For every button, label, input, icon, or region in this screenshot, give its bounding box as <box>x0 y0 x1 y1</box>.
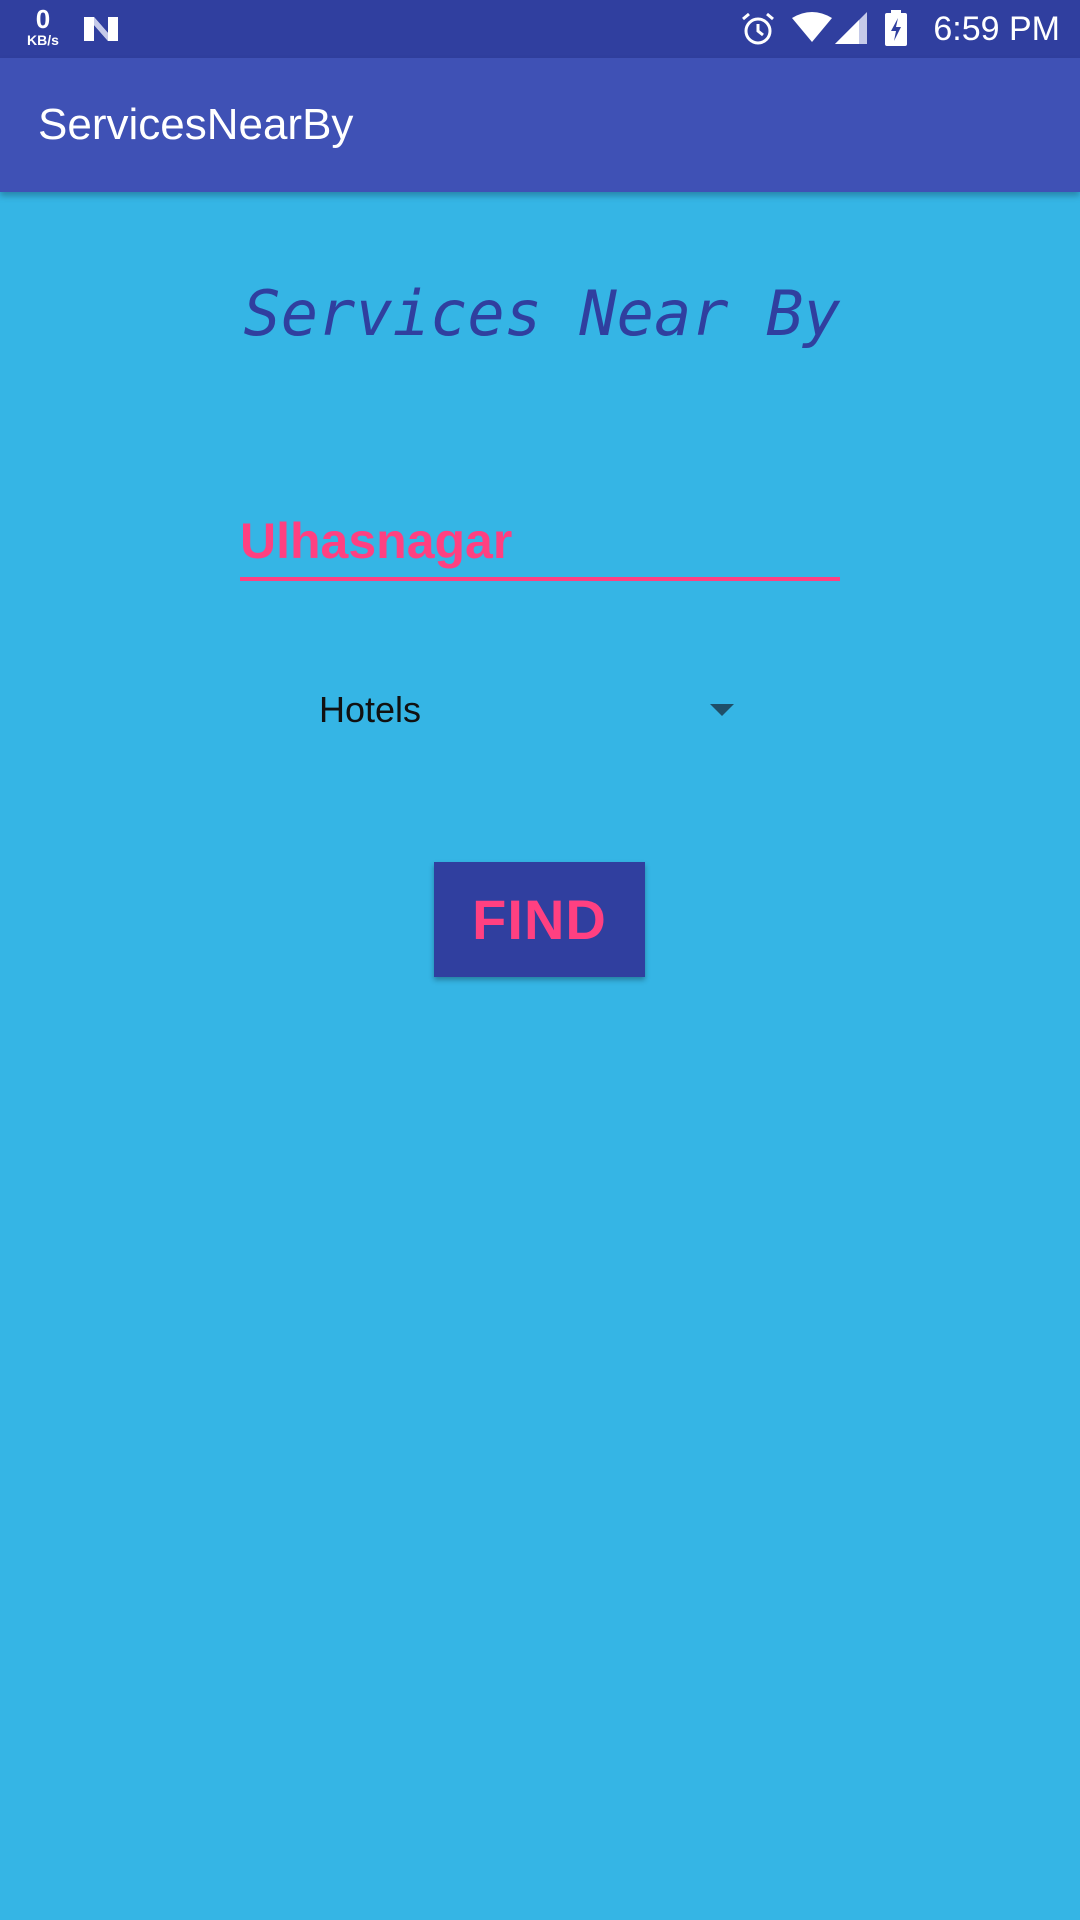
battery-charging-icon <box>885 10 907 46</box>
city-input-value[interactable]: Ulhasnagar <box>240 510 512 572</box>
network-speed-indicator: 0 KB/s <box>18 6 68 47</box>
status-time: 6:59 PM <box>933 10 1060 48</box>
category-spinner-selected: Hotels <box>319 689 422 730</box>
app-bar: ServicesNearBy <box>0 58 1080 192</box>
alarm-icon <box>742 12 774 45</box>
city-input[interactable]: Ulhasnagar <box>240 510 840 580</box>
n-notification-icon <box>84 17 118 41</box>
page-heading: Services Near By <box>243 277 841 350</box>
wifi-icon <box>792 12 832 42</box>
city-input-underline <box>240 577 840 581</box>
status-bar: 0 KB/s 6:59 PM <box>0 0 1080 58</box>
category-spinner[interactable]: Hotels <box>300 680 750 740</box>
find-button[interactable]: FIND <box>434 862 645 977</box>
network-speed-value: 0 <box>35 4 51 34</box>
app-title: ServicesNearBy <box>38 100 354 149</box>
cell-signal-icon <box>835 12 867 44</box>
dropdown-arrow-icon <box>710 704 734 716</box>
network-speed-unit: KB/s <box>27 32 59 48</box>
find-button-label: FIND <box>472 888 607 951</box>
